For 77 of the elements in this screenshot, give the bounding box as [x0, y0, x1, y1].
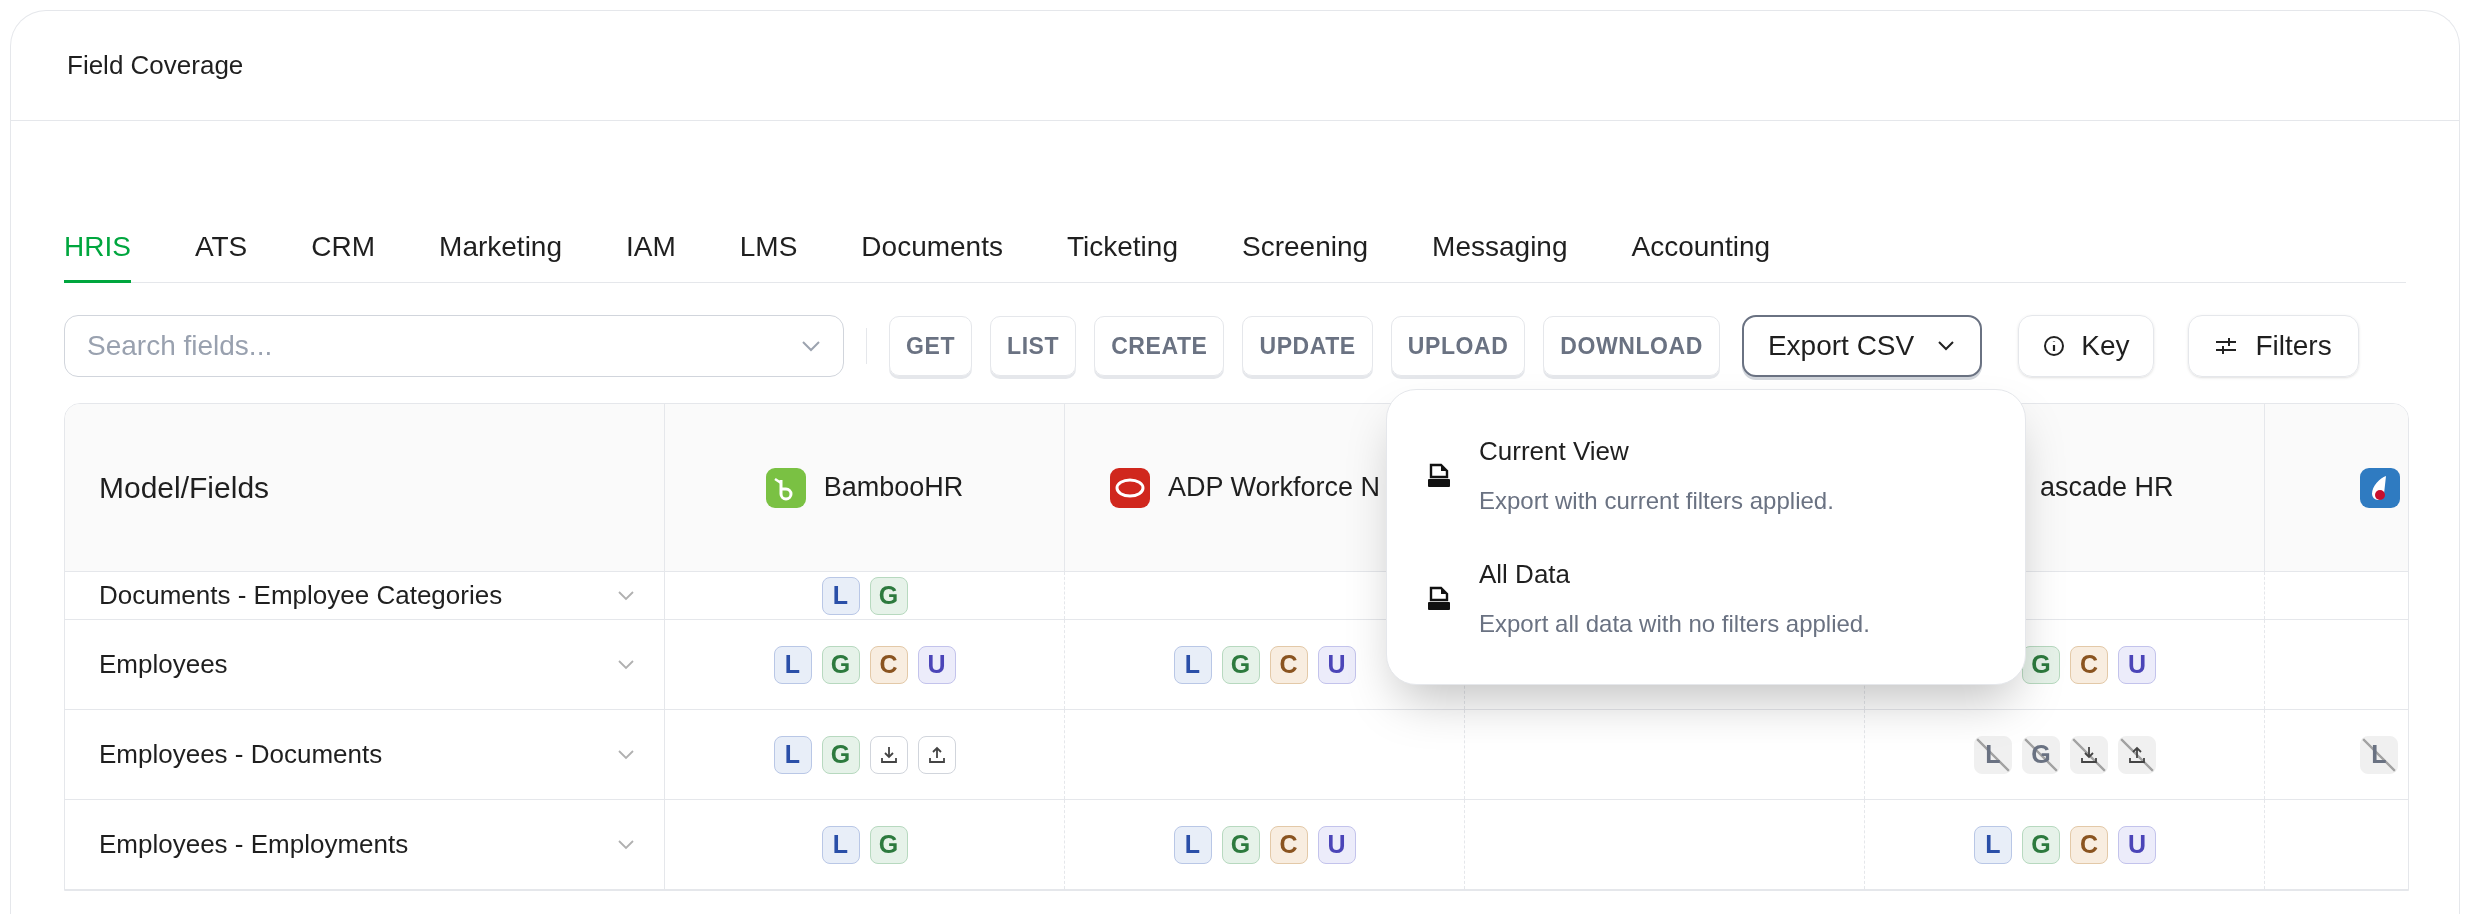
tab[interactable]: ATS — [194, 213, 248, 283]
chevron-down-icon — [616, 838, 636, 851]
operation-filter-button[interactable]: UPDATE — [1242, 316, 1373, 376]
filters-button[interactable]: Filters — [2188, 315, 2359, 377]
model-name: Employees - Employments — [99, 828, 409, 861]
tab[interactable]: Documents — [861, 213, 1003, 283]
create-badge: C — [2070, 645, 2108, 684]
operation-filter-button[interactable]: GET — [889, 316, 972, 376]
get-badge: G — [1221, 825, 1260, 864]
chevron-down-icon — [616, 748, 636, 761]
export-button[interactable]: Export CSV — [1741, 315, 1983, 377]
menu-item-description: Export all data with no filters applied. — [1479, 609, 1870, 639]
download-icon — [878, 744, 899, 765]
create-badge: C — [1269, 645, 1308, 684]
operation-filter-button[interactable]: LIST — [990, 316, 1077, 376]
search-field[interactable]: Search fields... — [64, 315, 844, 377]
menu-item-title: All Data — [1479, 558, 1572, 591]
model-name: Employees — [99, 648, 228, 681]
csv-file-icon — [1427, 462, 1451, 489]
get-badge: G — [821, 645, 860, 684]
list-badge: L — [1173, 645, 1212, 684]
tab[interactable]: LMS — [739, 213, 798, 283]
list-badge: L — [1974, 825, 2012, 864]
create-badge: C — [1269, 825, 1308, 864]
update-badge: U — [1317, 825, 1356, 864]
get-badge: G — [2022, 645, 2060, 684]
list-badge: L — [821, 576, 860, 615]
upload-icon — [926, 744, 947, 765]
info-icon — [2043, 335, 2066, 357]
menu-item-description: Export with current filters applied. — [1479, 486, 1834, 516]
tab[interactable]: Messaging — [1432, 213, 1568, 283]
brand-logo-icon — [1110, 467, 1150, 508]
chevron-down-icon — [1936, 340, 1957, 352]
drop-logo-icon — [2360, 467, 2400, 508]
get-badge: G — [869, 576, 908, 615]
create-badge: C — [869, 645, 908, 684]
create-badge: C — [2070, 825, 2108, 864]
tab[interactable]: Accounting — [1631, 213, 1771, 283]
tab[interactable]: Ticketing — [1067, 213, 1178, 283]
get-badge: G — [1221, 645, 1260, 684]
update-badge: U — [2118, 825, 2156, 864]
get-badge: G — [2022, 825, 2060, 864]
model-name: Employees - Documents — [99, 738, 383, 771]
update-badge: U — [917, 645, 956, 684]
key-button[interactable]: Key — [2018, 315, 2155, 377]
get-badge: G — [821, 735, 860, 774]
menu-item-title: Current View — [1479, 435, 1630, 468]
card-title: Field Coverage — [67, 49, 244, 82]
list-badge: L — [773, 645, 812, 684]
menu-item[interactable]: All Data Export all data with no filters applied. — [1387, 537, 2025, 660]
list-badge: L — [821, 825, 860, 864]
download-icon — [2079, 744, 2099, 765]
operation-filter-button[interactable]: DOWNLOAD — [1543, 316, 1720, 376]
tab[interactable]: CRM — [311, 213, 376, 283]
get-badge: G — [869, 825, 908, 864]
tab[interactable]: Screening — [1242, 213, 1369, 283]
column-header: Model/Fields — [99, 470, 270, 506]
list-badge: L — [1173, 825, 1212, 864]
provider-name: ADP Workforce N — [1168, 471, 1381, 505]
menu-item[interactable]: Current View Export with current filters applied. — [1387, 414, 2025, 537]
chevron-down-icon — [616, 658, 636, 671]
chevron-down-icon — [616, 589, 636, 602]
upload-icon — [2127, 744, 2147, 765]
operation-filter-button[interactable]: UPLOAD — [1390, 316, 1526, 376]
model-name: Documents - Employee Categories — [99, 579, 503, 612]
operation-filter-button[interactable]: CREATE — [1094, 316, 1225, 376]
sliders-icon — [2215, 337, 2238, 355]
list-badge: L — [773, 735, 812, 774]
csv-file-icon — [1427, 585, 1451, 612]
update-badge: U — [1317, 645, 1356, 684]
chevron-down-icon — [800, 339, 822, 353]
provider-name: ascade HR — [2040, 471, 2174, 505]
leaf-logo-icon — [765, 467, 806, 508]
tab[interactable]: Marketing — [439, 213, 562, 283]
update-badge: U — [2118, 645, 2156, 684]
tab[interactable]: IAM — [626, 213, 676, 283]
provider-name: BambooHR — [823, 471, 964, 505]
